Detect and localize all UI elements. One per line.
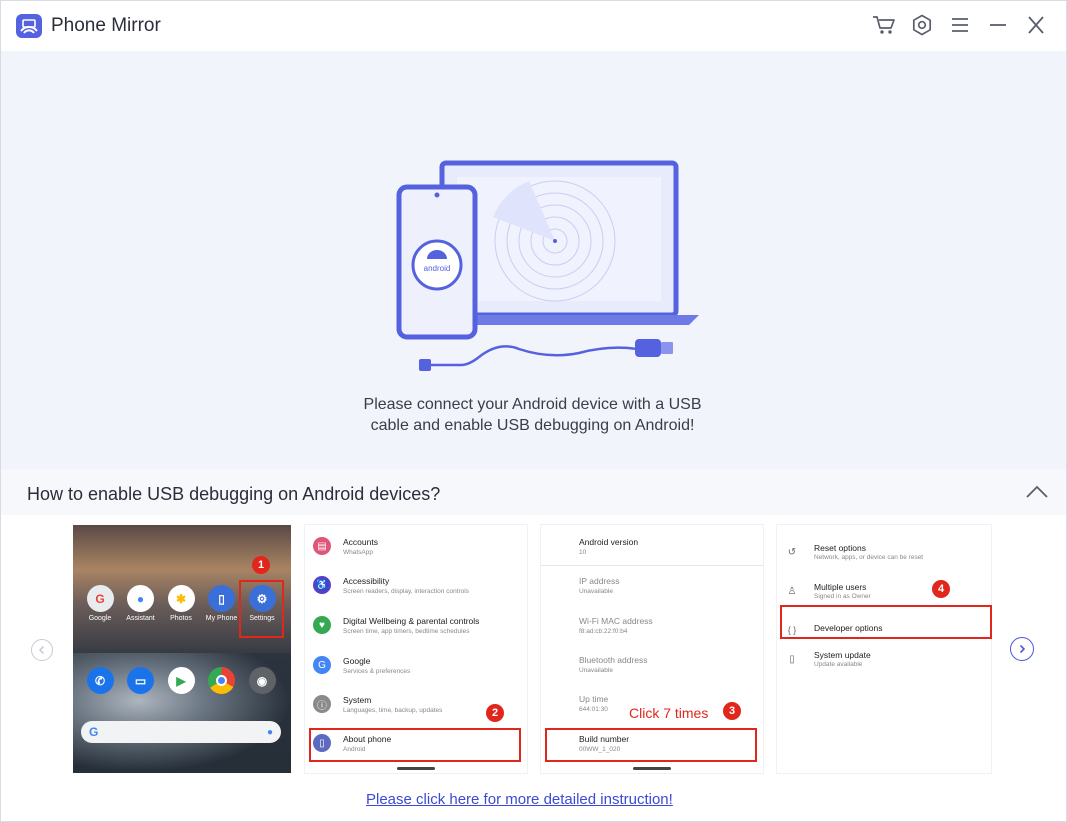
step-3-highlight [545,728,757,762]
step-2-badge: 2 [486,704,504,722]
click-seven-times-note: Click 7 times [629,705,709,721]
close-icon[interactable] [1024,11,1048,39]
connect-instruction: Please connect your Android device with … [301,394,764,436]
chevron-right-icon [1019,644,1026,654]
google-search-bar: G ● [81,721,281,743]
detailed-instruction-link[interactable]: Please click here for more detailed inst… [366,791,673,808]
menu-icon[interactable] [948,11,972,39]
home-app-row-2: ✆ ▭ ▶ ◉ [81,667,281,694]
device-connection-illustration: android [396,160,699,371]
chrome-icon [203,667,241,694]
step-4-highlight [780,605,992,639]
phone-mirror-window: Phone Mirror android Please connect your… [0,0,1067,822]
assistant-icon: ● Assistant [122,585,160,622]
app-logo-icon [16,14,42,38]
accounts-icon: ▤ [313,537,331,555]
step-1-badge: 1 [252,556,270,574]
my-phone-icon: ▯ My Phone [203,585,241,622]
usb-debugging-guide: How to enable USB debugging on Android d… [1,469,1066,821]
svg-text:android: android [424,264,451,273]
step-3-badge: 3 [723,702,741,720]
photos-icon: ✱ Photos [162,585,200,622]
connect-line-1: Please connect your Android device with … [363,396,702,413]
step-1-highlight [239,580,284,638]
mic-icon: ● [266,726,273,738]
carousel-prev-button[interactable] [31,639,53,661]
chevron-up-icon[interactable] [1024,481,1050,503]
system-icon: ⓘ [313,695,331,713]
play-store-icon: ▶ [162,667,200,694]
step-card-system: ↺ Reset options Network, apps, or device… [777,525,991,773]
user-icon: ♙ [787,585,797,597]
google-g-icon: G [89,725,99,739]
step-4-badge: 4 [932,580,950,598]
accessibility-icon: ♿ [313,576,331,594]
guide-title: How to enable USB debugging on Android d… [27,484,441,504]
minimize-icon[interactable] [986,11,1010,39]
connect-line-2: cable and enable USB debugging on Androi… [370,417,695,434]
carousel-next-button[interactable] [1010,637,1034,661]
guide-header: How to enable USB debugging on Android d… [1,469,1066,515]
connect-hero: android Please connect your Android devi… [1,51,1066,469]
chevron-left-icon [38,645,45,655]
step-2-highlight [309,728,521,762]
app-title: Phone Mirror [51,15,161,36]
camera-icon: ◉ [243,667,281,694]
settings-icon[interactable] [910,11,934,39]
cart-icon[interactable] [872,11,896,39]
phone-call-icon: ✆ [81,667,119,694]
system-update-icon: ▯ [789,653,795,665]
title-bar: Phone Mirror [1,1,1066,51]
google-folder-icon: G Google [81,585,119,622]
reset-icon: ↺ [787,546,797,558]
messages-icon: ▭ [122,667,160,694]
google-icon: G [313,656,331,674]
wellbeing-icon: ♥ [313,616,331,634]
